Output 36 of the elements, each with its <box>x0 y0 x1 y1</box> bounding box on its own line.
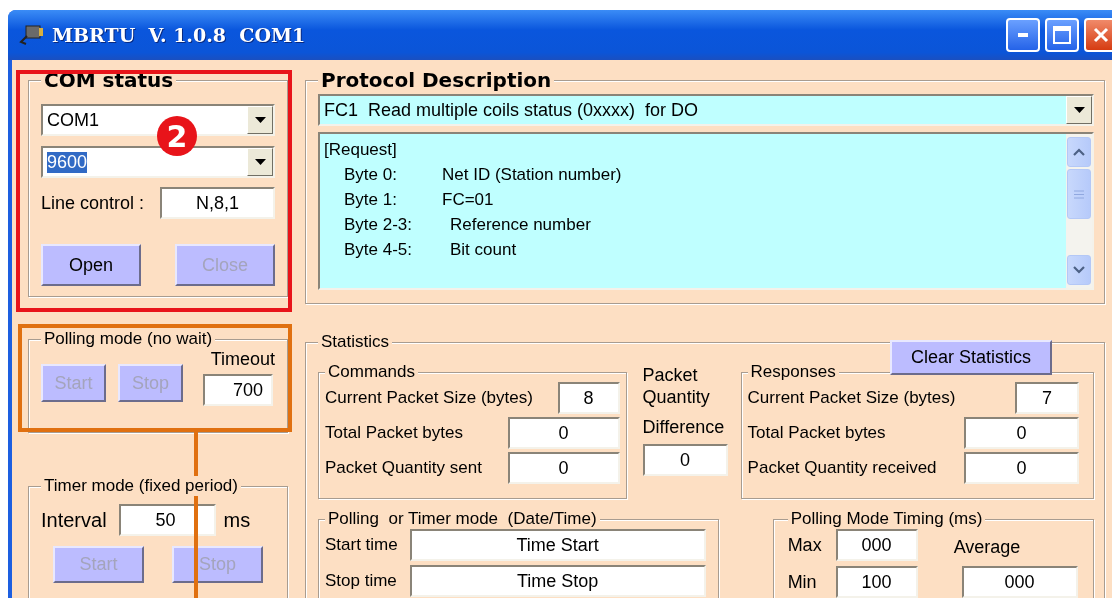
group-title: Timer mode (fixed period) <box>41 476 241 496</box>
request-text: FC=01 <box>442 189 494 211</box>
request-text: [Request] <box>324 139 397 161</box>
field-label: Line control : <box>41 192 145 214</box>
field-label: Current Packet Size (bytes) <box>747 388 956 408</box>
field-label: Average <box>953 537 1022 558</box>
field-label: Current Packet Size (bytes) <box>325 388 533 408</box>
dropdown-value: COM1 <box>47 109 99 131</box>
field-label: Stop time <box>325 571 397 591</box>
request-text: Bit count <box>450 239 517 261</box>
timeout-label: Timeout <box>209 349 275 370</box>
unit-label: ms <box>223 508 251 532</box>
dropdown-value: FC1 Read multiple coils status (0xxxx) for DO <box>324 99 699 121</box>
difference-label: Quantity <box>642 386 711 408</box>
field-label: Total Packet bytes <box>325 423 463 443</box>
group-title: Polling mode (no wait) <box>41 329 216 349</box>
request-text: Byte 0: <box>344 164 397 186</box>
field-label: Min <box>787 571 817 593</box>
field-label: Max <box>787 534 822 556</box>
request-text: Reference number <box>450 214 591 236</box>
window-title: MBRTU V. 1.0.8 COM1 <box>52 24 306 46</box>
request-text: Net ID (Station number) <box>442 164 622 186</box>
group-title: Polling Mode Timing (ms) <box>787 509 986 529</box>
field-label: Total Packet bytes <box>747 423 886 443</box>
request-text: Byte 2-3: <box>344 214 413 236</box>
field-label: Start time <box>325 535 398 555</box>
request-text: Byte 4-5: <box>344 239 413 261</box>
field-label: Packet Quantity received <box>747 458 937 478</box>
interval-label: Interval <box>41 508 107 532</box>
group-title: Polling or Timer mode (Date/Time) <box>325 509 600 529</box>
difference-label: Difference <box>642 416 726 438</box>
field-label: Packet Quantity sent <box>325 458 482 478</box>
dropdown-value: 9600 <box>47 151 88 173</box>
request-text: Byte 1: <box>344 189 397 211</box>
group-title: Responses <box>747 362 839 382</box>
difference-label: Packet <box>642 364 699 386</box>
